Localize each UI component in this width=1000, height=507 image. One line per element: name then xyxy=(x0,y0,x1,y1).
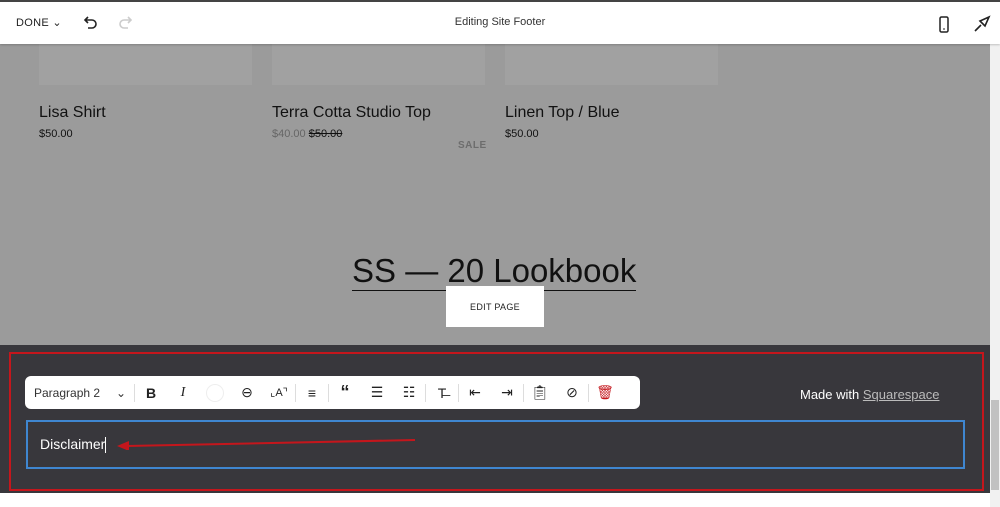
align-left-icon[interactable]: ≡ xyxy=(296,376,328,409)
made-with-text: Made with Squarespace xyxy=(800,387,940,402)
product-name[interactable]: Terra Cotta Studio Top xyxy=(272,104,431,122)
numbered-list-icon[interactable]: ☷ xyxy=(393,376,425,409)
scrollbar[interactable] xyxy=(990,44,1000,507)
paragraph-style-select[interactable]: Paragraph 2 ⌄ xyxy=(34,386,134,400)
editor-topbar: DONE ⌄ Editing Site Footer xyxy=(0,0,1000,44)
product-image[interactable] xyxy=(272,44,485,85)
mobile-preview-icon[interactable] xyxy=(936,14,952,34)
product-price: $50.00 xyxy=(39,128,73,140)
italic-icon[interactable]: I xyxy=(167,376,199,409)
link-icon[interactable]: ⊖ xyxy=(231,376,263,409)
product-image[interactable] xyxy=(39,44,252,85)
product-name[interactable]: Linen Top / Blue xyxy=(505,104,619,122)
text-color-icon[interactable] xyxy=(199,376,231,409)
edit-page-button[interactable]: EDIT PAGE xyxy=(446,286,544,327)
text-cursor xyxy=(105,437,107,454)
made-with-label: Made with xyxy=(800,387,860,402)
disclaimer-text[interactable]: Disclaimer xyxy=(40,436,105,452)
font-size-icon[interactable]: ⌞A⌝ xyxy=(263,376,295,409)
text-format-toolbar: Paragraph 2 ⌄ B I ⊖ ⌞A⌝ ≡ “ ☰ ☷ T̶ ⇤ ⇥ 📋︎… xyxy=(25,376,640,409)
outdent-icon[interactable]: ⇤ xyxy=(459,376,491,409)
sale-badge: SALE xyxy=(458,140,487,151)
paste-plain-text-icon[interactable]: 📋︎ xyxy=(524,376,556,409)
bold-icon[interactable]: B xyxy=(135,376,167,409)
squarespace-link[interactable]: Squarespace xyxy=(863,387,940,402)
sale-price: $40.00 xyxy=(272,128,306,140)
product-image[interactable] xyxy=(505,44,718,85)
product-price: $50.00 xyxy=(505,128,539,140)
clear-formatting-icon[interactable]: ⊘ xyxy=(556,376,588,409)
annotation-arrow xyxy=(117,439,416,450)
bulleted-list-icon[interactable]: ☰ xyxy=(361,376,393,409)
site-footer: Paragraph 2 ⌄ B I ⊖ ⌞A⌝ ≡ “ ☰ ☷ T̶ ⇤ ⇥ 📋︎… xyxy=(0,345,990,493)
strikethrough-icon[interactable]: T̶ xyxy=(426,376,458,409)
scrollbar-thumb[interactable] xyxy=(991,400,999,490)
design-brush-icon[interactable] xyxy=(972,14,992,34)
product-price: $40.00 $50.00 xyxy=(272,128,342,140)
original-price: $50.00 xyxy=(308,128,343,140)
style-select-value: Paragraph 2 xyxy=(34,385,101,400)
chevron-down-icon: ⌄ xyxy=(115,385,126,400)
editor-title: Editing Site Footer xyxy=(454,16,546,28)
indent-icon[interactable]: ⇥ xyxy=(491,376,523,409)
page-preview: Lisa Shirt $50.00 Terra Cotta Studio Top… xyxy=(0,44,990,345)
delete-icon[interactable]: 🗑︎ xyxy=(589,376,621,409)
quote-icon[interactable]: “ xyxy=(329,376,361,409)
product-name[interactable]: Lisa Shirt xyxy=(39,104,106,122)
